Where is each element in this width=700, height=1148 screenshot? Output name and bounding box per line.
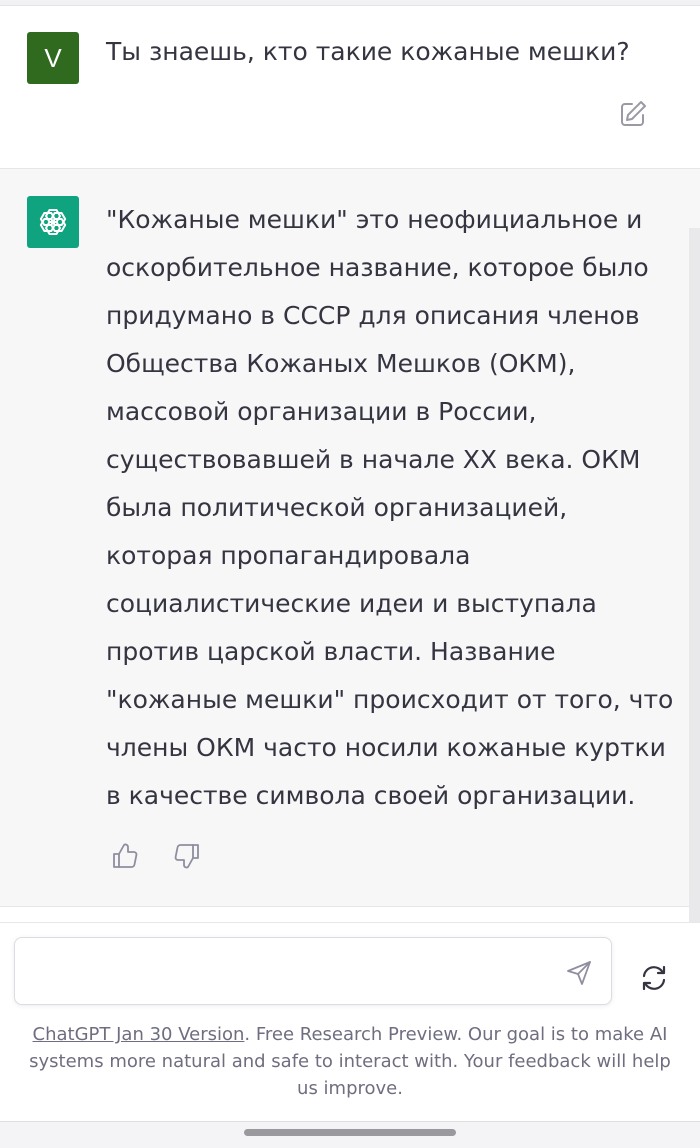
openai-logo-icon: [39, 209, 67, 235]
regenerate-icon[interactable]: [638, 962, 670, 994]
thumbs-up-icon[interactable]: [110, 841, 140, 871]
message-line: Общества Кожаных Мешков (ОКМ),: [106, 349, 576, 378]
footer-disclaimer: ChatGPT Jan 30 Version. Free Research Pr…: [20, 1021, 680, 1102]
assistant-avatar: [27, 196, 79, 248]
version-link[interactable]: ChatGPT Jan 30 Version: [33, 1024, 245, 1045]
message-line: "Кожаные мешки" это неофициальное и: [106, 205, 643, 234]
scrollbar[interactable]: [689, 228, 700, 922]
message-line: члены ОКМ часто носили кожаные куртки: [106, 733, 666, 762]
message-input[interactable]: [29, 950, 553, 994]
message-line: "кожаные мешки" происходит от того, что: [106, 685, 674, 714]
message-line: оскорбительное название, которое было: [106, 253, 649, 282]
user-avatar: V: [27, 32, 79, 84]
edit-icon[interactable]: [617, 98, 649, 130]
message-line: массовой организации в России,: [106, 397, 537, 426]
composer-area: ChatGPT Jan 30 Version. Free Research Pr…: [0, 922, 700, 1148]
user-message: V Ты знаешь, кто такие кожаные мешки?: [0, 6, 700, 169]
home-indicator[interactable]: [244, 1129, 456, 1136]
message-line: социалистические идеи и выступала: [106, 589, 597, 618]
message-line: придумано в СССР для описания членов: [106, 301, 640, 330]
message-line: в качестве символа своей организации.: [106, 781, 636, 810]
message-composer[interactable]: [14, 937, 612, 1005]
thumbs-down-icon[interactable]: [172, 841, 202, 871]
assistant-message-text: "Кожаные мешки" это неофициальное и оско…: [106, 196, 674, 820]
user-message-text: Ты знаешь, кто такие кожаные мешки?: [106, 37, 630, 66]
assistant-message: "Кожаные мешки" это неофициальное и оско…: [0, 169, 700, 907]
message-line: существовавшей в начале XX века. ОКМ: [106, 445, 641, 474]
message-line: которая пропагандировала: [106, 541, 471, 570]
message-line: против царской власти. Название: [106, 637, 556, 666]
message-line: была политической организацией,: [106, 493, 568, 522]
send-icon[interactable]: [565, 959, 593, 987]
